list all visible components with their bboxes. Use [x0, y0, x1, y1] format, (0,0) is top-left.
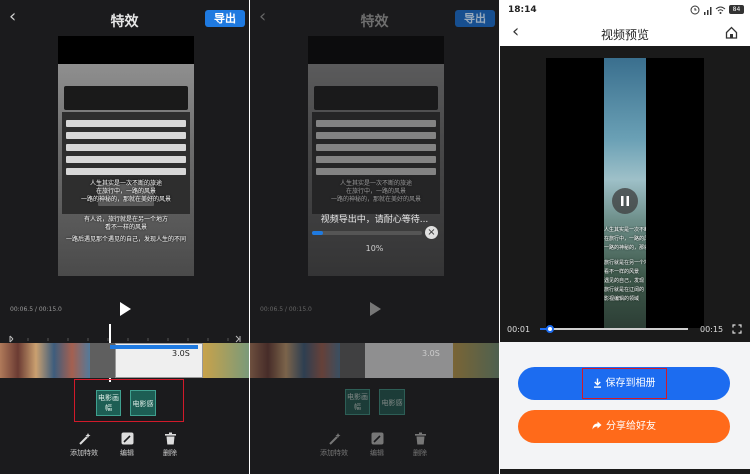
edit-label: 编辑: [370, 449, 384, 457]
trash-icon: [164, 432, 176, 445]
trash-icon: [414, 432, 426, 445]
delete-button: 删除: [400, 432, 440, 458]
effect-chip-cinema-frame[interactable]: 电影画幅: [96, 390, 121, 416]
magic-wand-icon: [78, 433, 90, 445]
add-effect-label: 添加特效: [320, 449, 348, 457]
subtitle-line: 看不一样的风景: [104, 224, 147, 231]
edit-label: 编辑: [120, 449, 134, 457]
effect-chips-highlight: 电影画幅 电影感: [74, 379, 184, 422]
laptop-screen: [314, 86, 438, 110]
edit-button: 编辑: [357, 432, 397, 458]
share-label: 分享给好友: [606, 421, 656, 432]
preview-seek-track[interactable]: [540, 325, 688, 333]
preview-header: ‹ 视频预览: [500, 20, 750, 46]
status-bar: 18:14 84: [500, 0, 750, 20]
export-progress-fill: [312, 231, 323, 235]
subtitle-line: 遇见的自己，发现: [604, 278, 645, 284]
save-highlight: 保存到相册: [581, 368, 667, 399]
ruler-ticks: [9, 335, 241, 343]
share-to-friends-button[interactable]: 分享给好友: [518, 410, 730, 443]
wifi-icon: [715, 6, 726, 14]
add-effect-label: 添加特效: [70, 449, 98, 457]
action-area: [500, 342, 750, 474]
share-icon: [592, 421, 602, 430]
alarm-icon: [690, 5, 700, 15]
subtitle-line: 一路的神秘的，那就在美好的风景: [330, 196, 421, 203]
magic-wand-icon: [328, 433, 340, 445]
subtitle-line: 旅行就是在另一个地方: [604, 260, 646, 266]
delete-label: 删除: [413, 449, 427, 457]
delete-button[interactable]: 删除: [150, 432, 190, 458]
effect-chip-cinematic[interactable]: 电影感: [130, 390, 156, 416]
pause-button[interactable]: [612, 188, 638, 214]
preview-total-time: 00:15: [700, 325, 724, 334]
laptop-screen: [64, 86, 188, 110]
clip-duration: 3.0S: [422, 349, 440, 358]
fullscreen-icon[interactable]: [732, 324, 742, 334]
edit-icon: [121, 432, 133, 445]
effect-chip-cinematic: 电影感: [379, 389, 405, 415]
export-progress-text: 10%: [365, 244, 384, 253]
playback-time: 00:06.5 / 00:15.0: [260, 306, 312, 313]
play-icon[interactable]: [120, 302, 131, 316]
edit-button[interactable]: 编辑: [107, 432, 147, 458]
subtitle-line: 一路的神秘的，那就在美好的风景: [80, 196, 171, 203]
laptop-photo: [58, 64, 194, 276]
bottom-edge: [500, 469, 750, 474]
home-icon[interactable]: [725, 26, 738, 39]
page-title: 视频预览: [600, 28, 649, 42]
exporting-screen: ‹ 特效 导出 人生其实是一次不断的旅途 在旅行中，一路的风景 一路的神秘的，那…: [250, 0, 499, 474]
download-icon: [593, 378, 601, 388]
edit-icon: [371, 432, 383, 445]
subtitle-line: 人生其实是一次不断的旅途: [604, 227, 646, 233]
video-subtitles: 人生其实是一次不断的旅途 在旅行中，一路的风景 一路的神秘的，那就在美好的风景 …: [604, 226, 646, 304]
subtitle-line: 一路后遇见那个遇见的自己，发现人生的不同: [65, 236, 186, 243]
cancel-export-icon[interactable]: ×: [425, 226, 438, 239]
export-button[interactable]: 导出: [205, 10, 245, 27]
effect-chip-cinema-frame: 电影画幅: [345, 389, 370, 415]
subtitle-line: 一路的神秘的，那就在美好的风景: [604, 245, 646, 251]
subtitle-line: 影视编辑的领域: [604, 296, 640, 302]
video-preview[interactable]: 人生其实是一次不断的旅途 在旅行中，一路的风景 一路的神秘的，那就在美好的风景 …: [58, 36, 194, 276]
total-time: 00:15.0: [288, 306, 312, 313]
clip-duration: 3.0S: [172, 349, 190, 358]
save-to-album-button[interactable]: 保存到相册: [518, 367, 730, 400]
export-message: 视频导出中，请耐心等待...: [320, 215, 429, 225]
save-label: 保存到相册: [605, 378, 656, 389]
effects-editor-screen: ‹ 特效 导出 人生其实是一次不断的旅途 在旅行中，一路的风景 一路的神秘的，那…: [0, 0, 249, 474]
screenshot-collage: ‹ 特效 导出 人生其实是一次不断的旅途 在旅行中，一路的风景 一路的神秘的，那…: [0, 0, 750, 474]
status-time: 18:14: [508, 5, 537, 15]
signal-icon: [704, 7, 712, 15]
portrait-video[interactable]: 人生其实是一次不断的旅途 在旅行中，一路的风景 一路的神秘的，那就在美好的风景 …: [546, 58, 704, 328]
subtitle-line: 在旅行中，一路的风景: [604, 236, 646, 242]
playback-time: 00:06.5 / 00:15.0: [10, 306, 62, 313]
add-effect-button: 添加特效: [314, 432, 354, 458]
battery-icon: 84: [729, 5, 744, 14]
clip-thumbnail-strip: [250, 343, 499, 378]
delete-label: 删除: [163, 449, 177, 457]
subtitle-line: 旅行就是在辽阔的: [604, 287, 645, 293]
export-button: 导出: [455, 10, 495, 27]
timeline-ruler: [8, 328, 244, 343]
preview-current-time: 00:01: [507, 325, 531, 334]
video-preview-screen: 18:14 84 ‹ 视频预览 人生其实是一次不断的旅途 在旅行中，一路的风景 …: [500, 0, 750, 474]
subtitle-line: 看不一样的风景: [604, 269, 640, 275]
current-time: 00:06.5: [10, 306, 34, 313]
current-time: 00:06.5: [260, 306, 284, 313]
pause-icon: [621, 196, 629, 206]
video-preview: 人生其实是一次不断的旅途 在旅行中，一路的风景 一路的神秘的，那就在美好的风景: [308, 36, 444, 276]
export-progress-track: [312, 231, 422, 235]
total-time: 00:15.0: [38, 306, 62, 313]
add-effect-button[interactable]: 添加特效: [64, 432, 104, 458]
battery-level: 84: [732, 6, 741, 13]
play-icon: [370, 302, 381, 316]
